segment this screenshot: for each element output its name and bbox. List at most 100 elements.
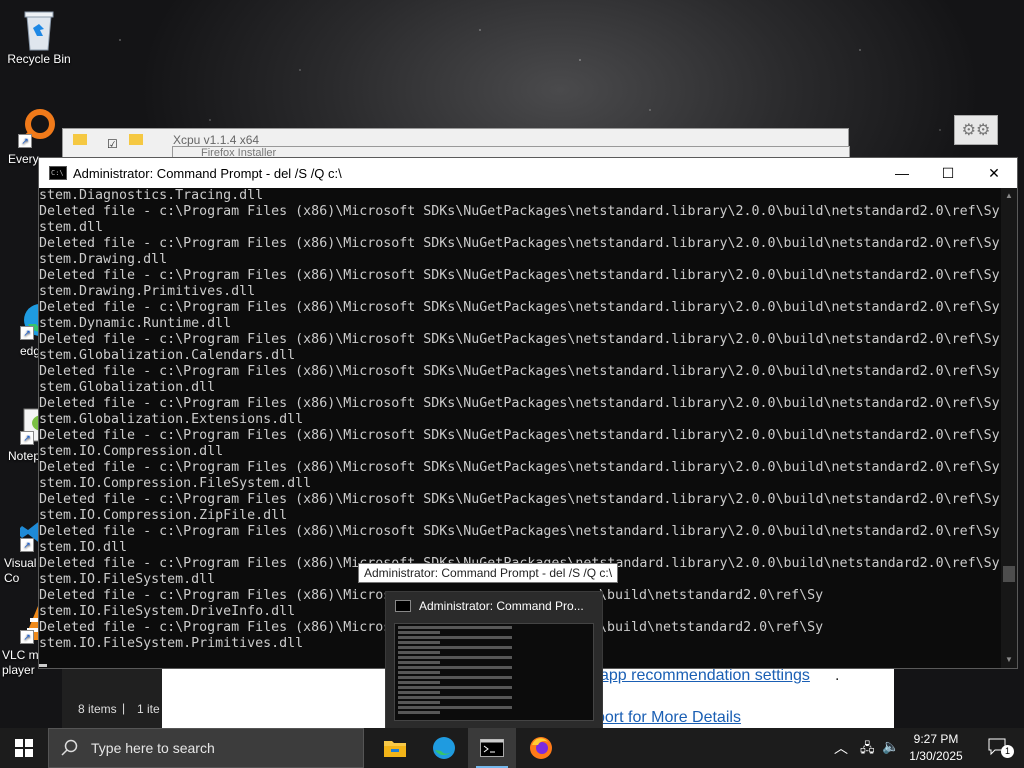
everything-search-icon: ↗ (16, 108, 56, 148)
taskbar-command-prompt[interactable] (468, 728, 516, 768)
cmd-title: Administrator: Command Prompt - del /S /… (73, 165, 342, 181)
windows-logo-icon (15, 739, 33, 757)
shortcut-arrow-icon: ↗ (18, 134, 32, 148)
cmd-icon: C:\ (49, 166, 67, 180)
support-details-link[interactable]: port for More Details (596, 709, 741, 727)
preview-mini-line (398, 631, 468, 634)
minimize-button[interactable]: — (879, 158, 925, 188)
speaker-muted-icon[interactable]: 🔈 (882, 738, 899, 755)
preview-mini-line (398, 651, 468, 654)
text-cursor (39, 664, 47, 667)
scrollbar-thumb[interactable] (1003, 566, 1015, 582)
scroll-up-arrow-icon[interactable]: ▲ (1001, 188, 1017, 204)
preview-mini-line (398, 676, 588, 679)
console-line: stem.Drawing.dll (39, 252, 168, 267)
preview-title: Administrator: Command Pro... (419, 599, 584, 613)
scroll-down-arrow-icon[interactable]: ▼ (1001, 652, 1017, 668)
console-line: stem.IO.Compression.dll (39, 444, 224, 459)
taskbar-tooltip: Administrator: Command Prompt - del /S /… (358, 563, 619, 583)
preview-mini-line (398, 641, 468, 644)
clock-time: 9:27 PM (913, 732, 959, 746)
network-icon[interactable]: 🖧 (860, 739, 875, 761)
preview-mini-line (398, 666, 588, 669)
checklist-icon: ☑ (107, 137, 118, 151)
status-items-count: 8 items (78, 702, 117, 716)
taskbar: Type here to search ︿ 🖧 🔈 9:27 PM 1/30/2… (0, 728, 1024, 768)
preview-mini-line (398, 661, 468, 664)
shortcut-arrow-icon: ↗ (20, 630, 34, 644)
console-line: Deleted file - c:\Program Files (x86)\Mi… (39, 428, 1000, 443)
console-line: Deleted file - c:\Program Files (x86)\Mi… (39, 236, 1000, 251)
console-line: Deleted file - c:\Program Files (x86)\Mi… (39, 332, 1000, 347)
shortcut-arrow-icon: ↗ (20, 326, 34, 340)
vertical-scrollbar[interactable]: ▲ ▼ (1001, 188, 1017, 668)
edge-icon (433, 737, 455, 759)
console-line: Deleted file - c:\Program Files (x86)\Mi… (39, 204, 1000, 219)
console-line: Deleted file - c:\Program Files (x86)\Mi… (39, 268, 1000, 283)
console-line: stem.Globalization.Extensions.dll (39, 412, 304, 427)
desktop-icon-label: Recycle Bin (7, 52, 71, 66)
cmd-icon (395, 600, 411, 612)
notification-center-icon[interactable]: 1 (988, 738, 1014, 758)
console-line: stem.Globalization.dll (39, 380, 216, 395)
preview-mini-line (398, 626, 588, 629)
preview-mini-line (398, 681, 468, 684)
cmd-title-bar[interactable]: C:\ Administrator: Command Prompt - del … (39, 158, 1017, 188)
console-line: Deleted file - c:\Program Files (x86)\Mi… (39, 396, 1000, 411)
preview-mini-line (398, 686, 588, 689)
search-placeholder: Type here to search (91, 740, 215, 756)
preview-mini-line (398, 646, 588, 649)
status-selected: 1 ite (137, 702, 160, 716)
console-line: stem.IO.dll (39, 540, 128, 555)
console-line: stem.IO.Compression.FileSystem.dll (39, 476, 312, 491)
gear-icon[interactable]: ⚙⚙ (954, 115, 998, 145)
clock-date: 1/30/2025 (909, 749, 963, 763)
shortcut-arrow-icon: ↗ (20, 538, 34, 552)
console-line-tail: \build\netstandard2.0\ref\Sy (599, 620, 824, 635)
link-suffix: . (835, 667, 840, 684)
console-line: stem.IO.Compression.ZipFile.dll (39, 508, 288, 523)
start-button[interactable] (0, 728, 48, 768)
taskbar-thumbnail-preview[interactable]: Administrator: Command Pro... (385, 591, 603, 730)
folder-icon (73, 134, 87, 145)
recycle-bin-desktop-icon[interactable]: Recycle Bin (1, 8, 77, 66)
maximize-button[interactable]: ☐ (925, 158, 971, 188)
console-line: stem.Diagnostics.Tracing.dll (39, 188, 264, 203)
preview-mini-line (398, 696, 588, 699)
preview-thumbnail-image (394, 623, 594, 721)
search-icon (61, 739, 78, 756)
console-line: stem.Globalization.Calendars.dll (39, 348, 296, 363)
taskbar-firefox[interactable] (517, 728, 565, 768)
console-line: Deleted file - c:\Program Files (x86)\Mi… (39, 460, 1000, 475)
app-recommendation-link[interactable]: app recommendation settings (600, 667, 810, 685)
shortcut-arrow-icon: ↗ (20, 431, 34, 445)
command-prompt-icon (480, 739, 504, 757)
console-line: stem.dll (39, 220, 104, 235)
preview-mini-line (398, 701, 468, 704)
preview-mini-line (398, 711, 468, 714)
taskbar-file-explorer[interactable] (371, 728, 419, 768)
preview-mini-line (398, 671, 468, 674)
explorer-status-area: 8 items | 1 ite (62, 665, 162, 728)
preview-mini-line (398, 706, 588, 709)
status-separator: | (122, 701, 126, 715)
chevron-up-icon[interactable]: ︿ (834, 738, 848, 758)
folder-icon (129, 134, 143, 145)
preview-mini-line (398, 636, 588, 639)
recycle-bin-icon (19, 8, 59, 51)
console-line: stem.Dynamic.Runtime.dll (39, 316, 232, 331)
console-line: Deleted file - c:\Program Files (x86)\Mi… (39, 364, 1000, 379)
preview-mini-line (398, 656, 588, 659)
preview-mini-line (398, 691, 468, 694)
console-line: Deleted file - c:\Program Files (x86)\Mi… (39, 524, 1000, 539)
taskbar-clock[interactable]: 9:27 PM 1/30/2025 (906, 731, 966, 765)
console-line: stem.Drawing.Primitives.dll (39, 284, 256, 299)
system-tray: ︿ 🖧 🔈 9:27 PM 1/30/2025 1 (824, 728, 1024, 768)
console-line: Deleted file - c:\Program Files (x86)\Mi… (39, 300, 1000, 315)
close-button[interactable]: ✕ (971, 158, 1017, 188)
console-line-tail: \build\netstandard2.0\ref\Sy (599, 588, 824, 603)
firefox-icon (530, 737, 552, 759)
taskbar-edge[interactable] (420, 728, 468, 768)
taskbar-search-box[interactable]: Type here to search (48, 728, 364, 768)
console-line: Deleted file - c:\Program Files (x86)\Mi… (39, 492, 1000, 507)
